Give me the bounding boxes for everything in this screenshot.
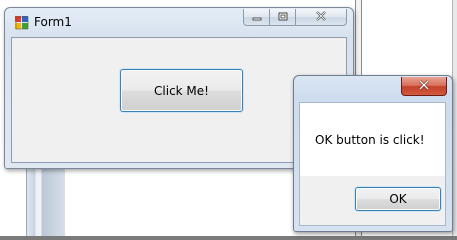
message-box-window: OK button is click! OK (293, 75, 453, 232)
maximize-button[interactable] (269, 9, 295, 26)
message-box-close-button[interactable] (401, 77, 447, 96)
minimize-button[interactable] (243, 9, 269, 26)
message-box-body: OK button is click! (299, 102, 446, 176)
message-box-footer: OK (299, 176, 446, 226)
click-me-button[interactable]: Click Me! (120, 69, 243, 112)
ok-button[interactable]: OK (355, 187, 441, 211)
maximize-icon (278, 10, 288, 24)
winforms-app-icon (15, 16, 29, 30)
close-icon (418, 79, 430, 93)
ide-bottom-bar (0, 236, 457, 240)
message-text: OK button is click! (315, 133, 425, 147)
caption-buttons (243, 9, 347, 27)
window-title: Form1 (34, 15, 72, 29)
close-icon (315, 10, 327, 24)
close-button[interactable] (295, 9, 347, 26)
minimize-icon (252, 10, 262, 24)
